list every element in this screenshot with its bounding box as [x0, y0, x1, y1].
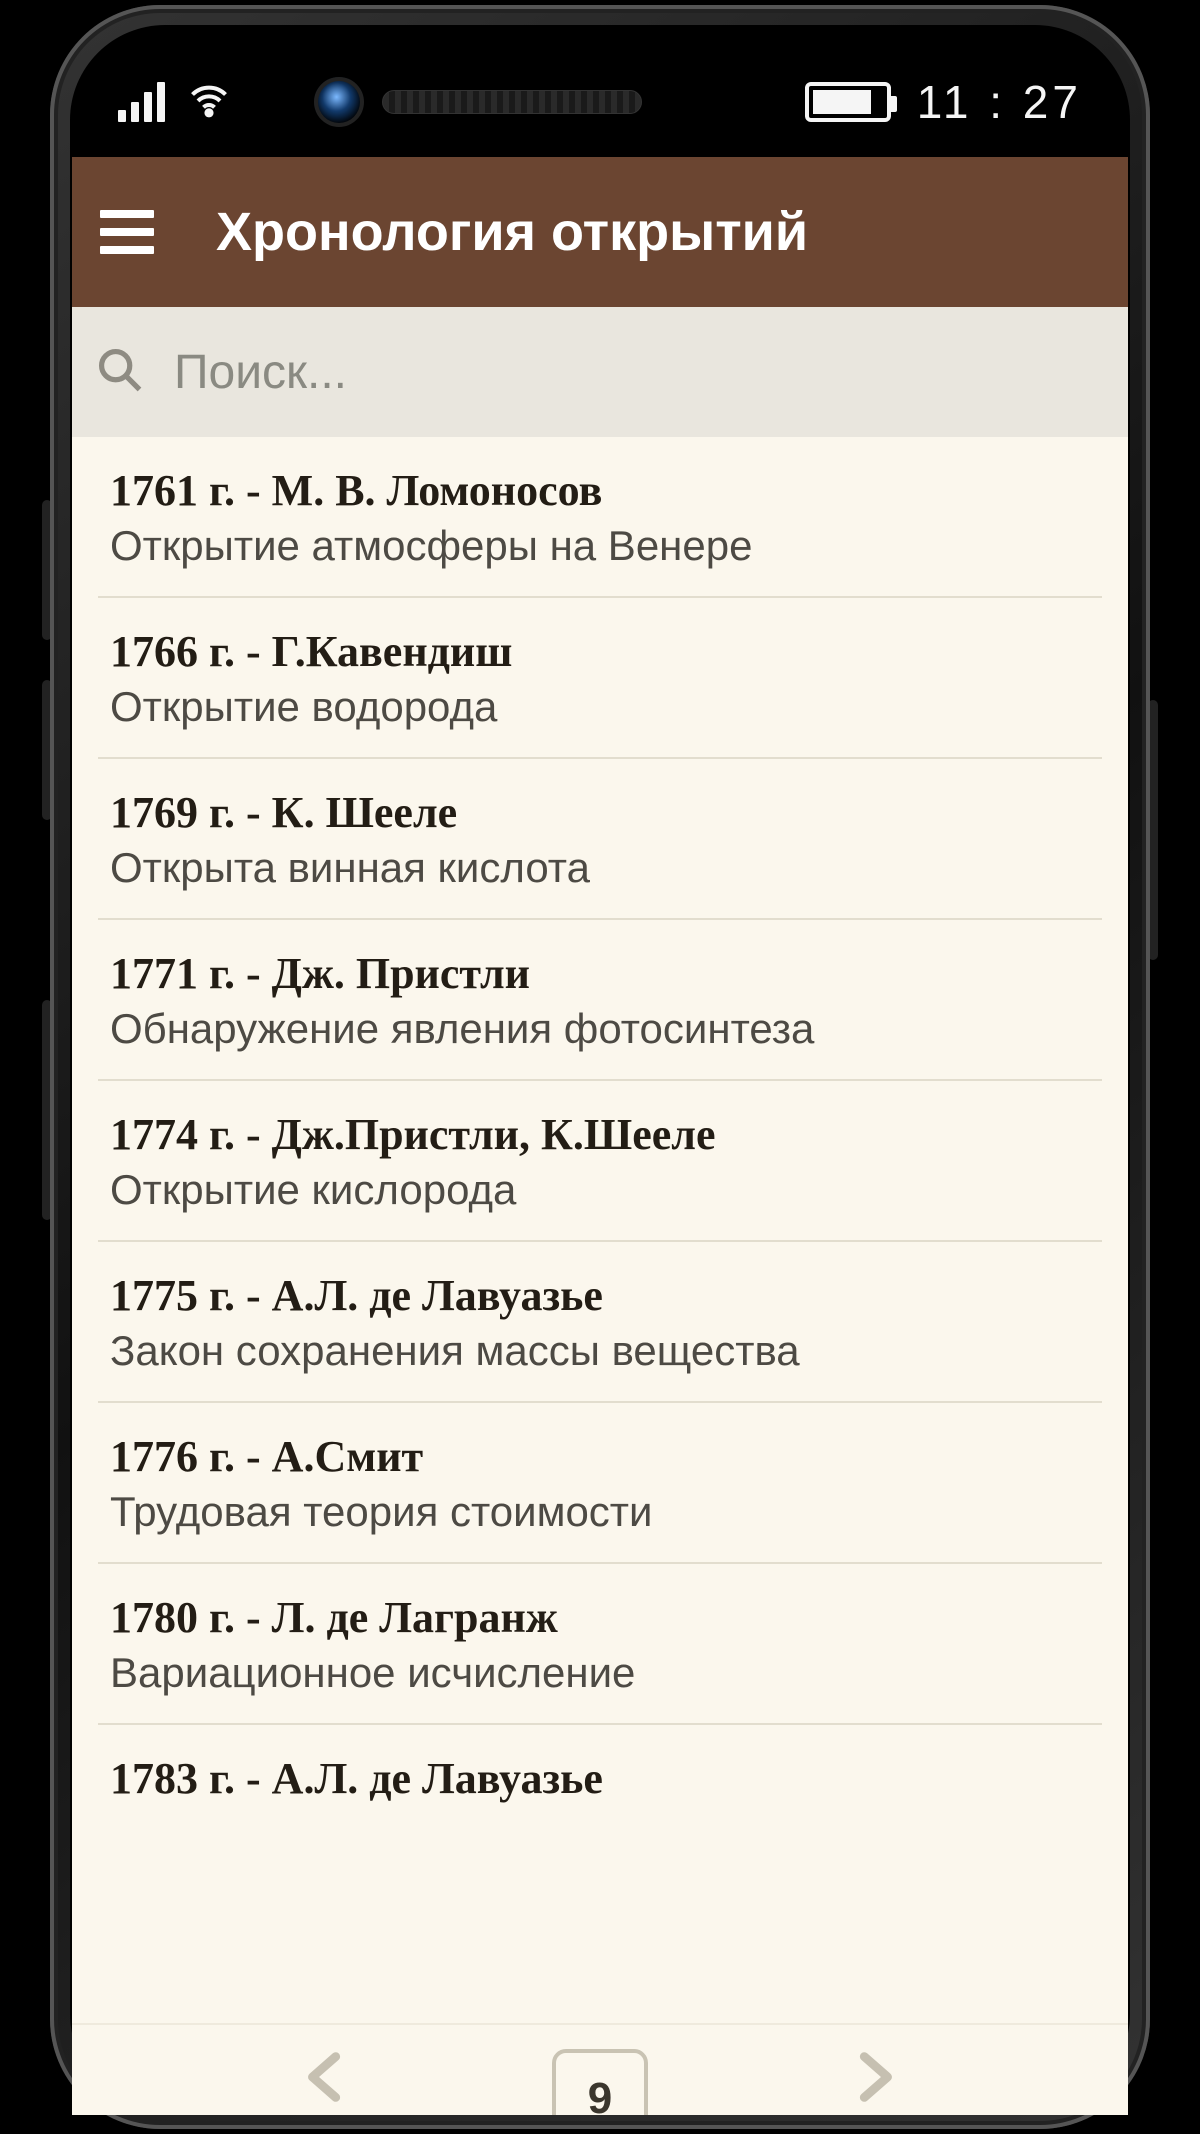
list-item-desc: Вариационное исчисление	[110, 1649, 1090, 1697]
search-input[interactable]	[174, 345, 1098, 400]
list-item[interactable]: 1769 г. - К. Шееле Открыта винная кислот…	[98, 759, 1102, 920]
list-item[interactable]: 1775 г. - А.Л. де Лавуазье Закон сохране…	[98, 1242, 1102, 1403]
list-item-title: 1780 г. - Л. де Лагранж	[110, 1592, 1090, 1643]
list-item-title: 1776 г. - А.Смит	[110, 1431, 1090, 1482]
list-item[interactable]: 1774 г. - Дж.Пристли, К.Шееле Открытие к…	[98, 1081, 1102, 1242]
list-item[interactable]: 1776 г. - А.Смит Трудовая теория стоимос…	[98, 1403, 1102, 1564]
cell-signal-icon	[118, 82, 165, 122]
app-bar: Хронология открытий	[72, 157, 1128, 307]
list-item-desc: Открытие водорода	[110, 683, 1090, 731]
phone-bezel: 11 : 27 Хронология открытий	[70, 25, 1130, 2109]
list-item-title: 1783 г. - А.Л. де Лавуазье	[110, 1753, 1090, 1804]
list-item-title: 1761 г. - М. В. Ломоносов	[110, 465, 1090, 516]
battery-icon	[805, 82, 891, 122]
list-item-desc: Открыта винная кислота	[110, 844, 1090, 892]
list-item-desc: Открытие атмосферы на Венере	[110, 522, 1090, 570]
prev-page-button[interactable]	[292, 2042, 362, 2116]
speaker-grille	[382, 90, 642, 114]
list-item-title: 1775 г. - А.Л. де Лавуазье	[110, 1270, 1090, 1321]
next-page-button[interactable]	[838, 2042, 908, 2116]
list-item[interactable]: 1780 г. - Л. де Лагранж Вариационное исч…	[98, 1564, 1102, 1725]
wifi-icon	[187, 78, 231, 127]
list-item[interactable]: 1771 г. - Дж. Пристли Обнаружение явлени…	[98, 920, 1102, 1081]
pager: 9	[72, 2023, 1128, 2115]
phone-frame: 11 : 27 Хронология открытий	[50, 5, 1150, 2129]
list-item-desc: Обнаружение явления фотосинтеза	[110, 1005, 1090, 1053]
list-item-title: 1769 г. - К. Шееле	[110, 787, 1090, 838]
list-item-title: 1774 г. - Дж.Пристли, К.Шееле	[110, 1109, 1090, 1160]
page-title: Хронология открытий	[216, 201, 808, 263]
page-number[interactable]: 9	[552, 2049, 648, 2115]
list-item[interactable]: 1783 г. - А.Л. де Лавуазье	[98, 1725, 1102, 1804]
search-bar[interactable]	[72, 307, 1128, 437]
menu-icon[interactable]	[100, 210, 154, 254]
list-item-title: 1766 г. - Г.Кавендиш	[110, 626, 1090, 677]
list-item-desc: Открытие кислорода	[110, 1166, 1090, 1214]
discovery-list[interactable]: 1761 г. - М. В. Ломоносов Открытие атмос…	[72, 437, 1128, 1804]
list-item-title: 1771 г. - Дж. Пристли	[110, 948, 1090, 999]
list-item-desc: Трудовая теория стоимости	[110, 1488, 1090, 1536]
app-screen: Хронология открытий 1761 г. - М. В. Ломо…	[72, 157, 1128, 2115]
status-time: 11 : 27	[917, 75, 1082, 129]
list-item-desc: Закон сохранения массы вещества	[110, 1327, 1090, 1375]
list-item[interactable]: 1761 г. - М. В. Ломоносов Открытие атмос…	[98, 437, 1102, 598]
list-item[interactable]: 1766 г. - Г.Кавендиш Открытие водорода	[98, 598, 1102, 759]
front-camera-icon	[314, 77, 364, 127]
search-icon	[94, 344, 146, 401]
status-bar: 11 : 27	[70, 45, 1130, 147]
